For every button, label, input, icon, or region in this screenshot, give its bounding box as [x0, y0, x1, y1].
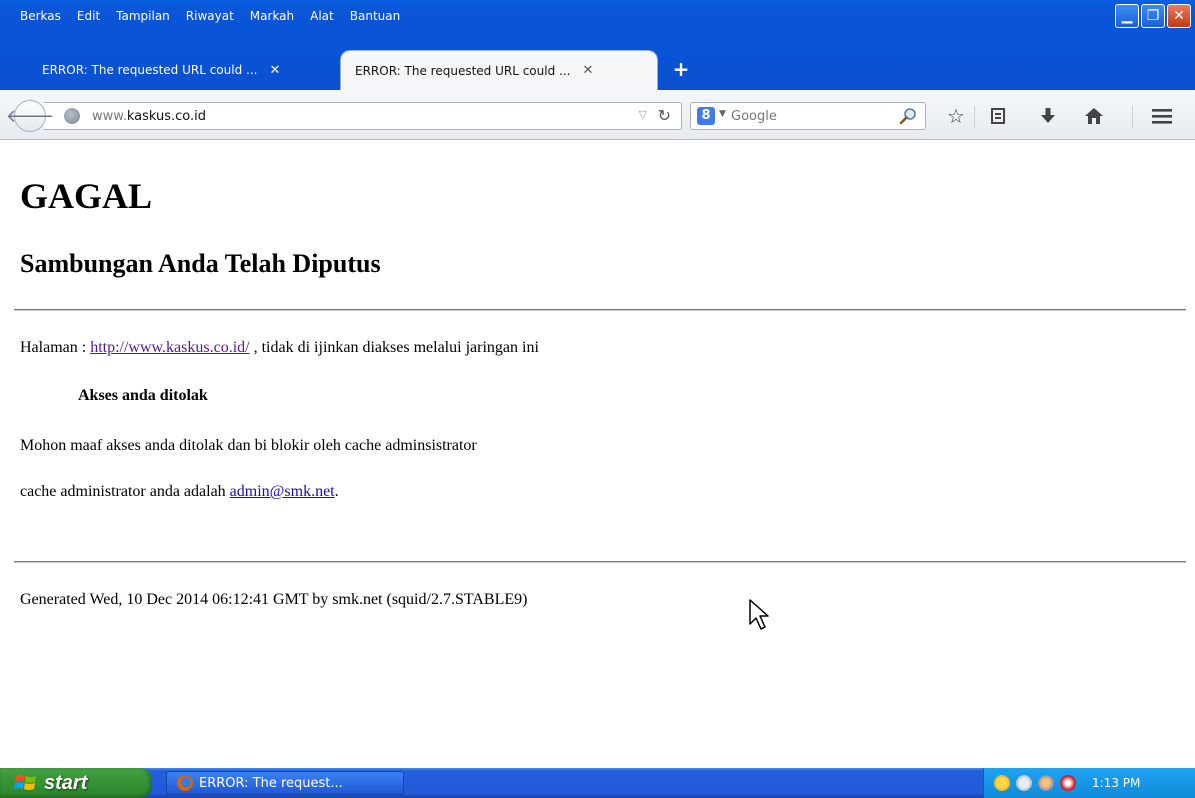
- system-tray: 1:13 PM: [983, 768, 1195, 798]
- firefox-icon: [177, 775, 193, 791]
- back-arrow-icon: 🡐: [5, 105, 55, 127]
- url-dropdown-icon[interactable]: ▽: [639, 108, 647, 121]
- generated-footer: Generated Wed, 10 Dec 2014 06:12:41 GMT …: [20, 591, 528, 608]
- admin-contact-line: cache administrator anda adalah admin@sm…: [20, 483, 339, 501]
- taskbar-firefox-window[interactable]: ERROR: The request...: [166, 771, 404, 795]
- page-title: GAGAL: [20, 176, 153, 216]
- back-button[interactable]: 🡐: [6, 100, 54, 132]
- close-icon: ✕: [1173, 8, 1185, 24]
- apology-message: Mohon maaf akses anda ditolak dan bi blo…: [20, 437, 477, 454]
- menu-alat[interactable]: Alat: [302, 6, 342, 26]
- url-prefix: www.: [92, 109, 127, 124]
- start-button[interactable]: start: [0, 768, 152, 798]
- halaman-suffix: , tidak di ijinkan diakses melalui jarin…: [249, 339, 539, 356]
- toolbar-separator: [1132, 106, 1133, 128]
- menu-berkas[interactable]: Berkas: [12, 6, 69, 26]
- start-label: start: [44, 771, 88, 794]
- tab-close-icon[interactable]: ✕: [269, 63, 280, 78]
- tab-title: ERROR: The requested URL could ...: [355, 63, 571, 78]
- download-icon[interactable]: [1034, 102, 1062, 130]
- menu-bantuan[interactable]: Bantuan: [342, 6, 408, 26]
- taskbar: start ERROR: The request... 1:13 PM: [0, 768, 1195, 798]
- antivirus-icon[interactable]: [1060, 775, 1076, 791]
- restore-icon: ❐: [1146, 8, 1160, 24]
- menu-bar: Berkas Edit Tampilan Riwayat Markah Alat…: [12, 6, 408, 26]
- google-engine-icon[interactable]: 8: [697, 107, 715, 125]
- tab-error-1[interactable]: ERROR: The requested URL could ... ✕: [14, 52, 334, 88]
- tab-close-icon[interactable]: ✕: [582, 63, 593, 78]
- admin-email-link[interactable]: admin@smk.net: [230, 483, 335, 500]
- divider: [14, 309, 1186, 311]
- menu-tampilan[interactable]: Tampilan: [108, 6, 178, 26]
- menu-riwayat[interactable]: Riwayat: [178, 6, 242, 26]
- url-domain: kaskus.co.id: [126, 109, 207, 124]
- restore-button[interactable]: ❐: [1141, 4, 1165, 28]
- page-subtitle: Sambungan Anda Telah Diputus: [20, 249, 381, 278]
- bookmark-star-icon[interactable]: ☆: [942, 102, 970, 130]
- home-icon[interactable]: [1080, 102, 1108, 130]
- url-bar[interactable]: www.kaskus.co.id ▽ ↻: [44, 102, 682, 130]
- access-denied-heading: Akses anda ditolak: [78, 387, 208, 404]
- admin-prefix: cache administrator anda adalah: [20, 483, 230, 500]
- blocked-url-link[interactable]: http://www.kaskus.co.id/: [90, 339, 249, 356]
- taskbar-window-label: ERROR: The request...: [199, 775, 343, 791]
- security-shield-icon[interactable]: [994, 775, 1010, 791]
- toolbar-separator: [974, 106, 975, 128]
- mouse-cursor-icon: [749, 599, 769, 630]
- tab-error-2-active[interactable]: ERROR: The requested URL could ... ✕: [340, 50, 658, 90]
- tab-title: ERROR: The requested URL could ...: [42, 63, 258, 77]
- tab-strip: ERROR: The requested URL could ... ✕ ERR…: [0, 50, 1195, 90]
- update-icon[interactable]: [1038, 775, 1054, 791]
- bookmarks-list-icon[interactable]: [984, 102, 1012, 130]
- admin-suffix: .: [334, 483, 339, 500]
- engine-dropdown-icon[interactable]: ▼: [719, 109, 726, 119]
- search-placeholder[interactable]: Google: [731, 109, 777, 124]
- windows-logo-icon: [14, 775, 36, 790]
- close-window-button[interactable]: ✕: [1167, 4, 1191, 28]
- window-titlebar: Berkas Edit Tampilan Riwayat Markah Alat…: [0, 0, 1195, 90]
- page-content: GAGAL Sambungan Anda Telah Diputus Halam…: [0, 141, 1195, 768]
- menu-markah[interactable]: Markah: [242, 6, 302, 26]
- blocked-page-message: Halaman : http://www.kaskus.co.id/ , tid…: [20, 339, 539, 357]
- globe-icon: [64, 108, 80, 124]
- menu-edit[interactable]: Edit: [69, 6, 108, 26]
- halaman-prefix: Halaman :: [20, 339, 91, 356]
- search-bar[interactable]: 8 ▼ Google: [690, 102, 926, 130]
- navigation-toolbar: www.kaskus.co.id ▽ ↻ 🡐 8 ▼ Google ☆: [0, 90, 1195, 140]
- minimize-icon: ▁: [1121, 8, 1133, 24]
- window-controls: ▁ ❐ ✕: [1115, 4, 1191, 28]
- network-icon[interactable]: [1016, 775, 1032, 791]
- url-text[interactable]: www.kaskus.co.id: [92, 109, 206, 124]
- hamburger-menu-icon[interactable]: [1148, 102, 1176, 130]
- reload-icon[interactable]: ↻: [658, 106, 671, 125]
- search-icon[interactable]: [899, 107, 917, 125]
- new-tab-button[interactable]: +: [670, 58, 692, 80]
- system-clock[interactable]: 1:13 PM: [1092, 776, 1140, 790]
- minimize-button[interactable]: ▁: [1115, 4, 1139, 28]
- divider: [14, 561, 1186, 563]
